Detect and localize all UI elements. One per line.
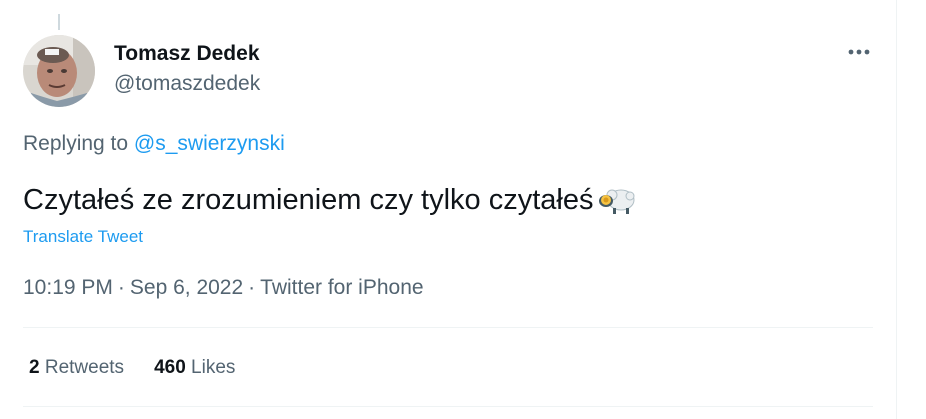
divider <box>23 327 873 328</box>
avatar[interactable] <box>23 35 95 107</box>
retweets-count: 2 <box>29 357 40 378</box>
thread-connector-line <box>58 14 60 30</box>
meta-separator: · <box>248 276 256 299</box>
tweet-source[interactable]: Twitter for iPhone <box>260 276 423 299</box>
likes-stat[interactable]: 460 Likes <box>154 355 235 381</box>
more-options-button[interactable] <box>843 38 875 66</box>
author-handle[interactable]: @tomaszdedek <box>114 71 260 97</box>
divider <box>23 406 873 407</box>
tweet-text: Czytałeś ze zrozumieniem czy tylko czyta… <box>23 181 636 219</box>
meta-separator: · <box>117 276 125 299</box>
replying-to-line: Replying to @s_swierzynski <box>23 131 285 157</box>
replying-prefix: Replying to <box>23 132 129 155</box>
author-display-name[interactable]: Tomasz Dedek <box>114 41 260 67</box>
likes-count: 460 <box>154 357 186 378</box>
tweet-text-content: Czytałeś ze zrozumieniem czy tylko czyta… <box>23 184 594 216</box>
sheep-emoji <box>598 189 634 214</box>
tweet-metadata: 10:19 PM · Sep 6, 2022 · Twitter for iPhone <box>23 275 424 301</box>
tweet-time[interactable]: 10:19 PM <box>23 276 113 299</box>
engagement-stats: 2 Retweets 460 Likes <box>29 355 235 381</box>
retweets-stat[interactable]: 2 Retweets <box>29 355 124 381</box>
replying-to-mention[interactable]: @s_swierzynski <box>134 132 285 155</box>
tweet-date[interactable]: Sep 6, 2022 <box>130 276 243 299</box>
likes-label: Likes <box>191 357 236 378</box>
column-border <box>896 0 897 419</box>
avatar-image <box>23 35 95 107</box>
more-horizontal-icon <box>848 49 870 55</box>
translate-tweet-link[interactable]: Translate Tweet <box>23 226 143 248</box>
retweets-label: Retweets <box>44 357 125 378</box>
